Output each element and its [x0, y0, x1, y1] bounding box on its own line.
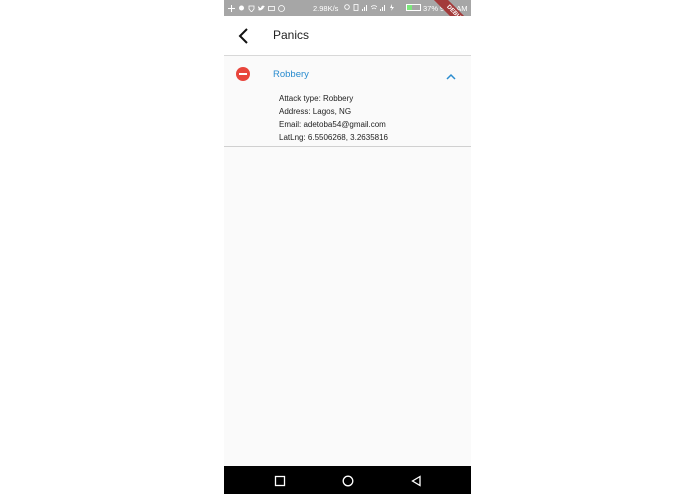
page-title: Panics [273, 28, 310, 42]
rotate-icon [353, 4, 359, 11]
triangle-back-icon[interactable] [410, 474, 422, 487]
back-button[interactable] [234, 26, 254, 46]
charging-icon [389, 4, 395, 11]
twitter-icon [258, 5, 265, 12]
phone-screen: 2.98K/s 37% 9:26 AM DEBUG Panics Robbery [224, 0, 471, 494]
location-icon [344, 4, 350, 11]
detail-email: Email: adetoba54@gmail.com [279, 120, 386, 129]
battery-level [407, 5, 412, 10]
signal-icon [362, 4, 368, 11]
panic-title: Robbery [273, 69, 309, 80]
status-bar: 2.98K/s 37% 9:26 AM DEBUG [224, 0, 471, 42]
panic-details: Attack type: Robbery Address: Lagos, NG … [279, 92, 388, 144]
network-speed: 2.98K/s [313, 4, 339, 13]
panic-item-header[interactable]: Robbery [224, 56, 471, 92]
mail-icon [268, 5, 275, 12]
shield-icon [248, 5, 255, 13]
battery-icon [406, 4, 421, 11]
detail-attack-type: Attack type: Robbery [279, 94, 354, 103]
arrow-back-icon [238, 28, 248, 44]
pin-icon [238, 5, 245, 12]
wifi-icon [370, 4, 378, 11]
app-bar: Panics [224, 16, 471, 56]
system-icons [344, 4, 395, 11]
detail-latlng: LatLng: 6.5506268, 3.2635816 [279, 133, 388, 142]
notification-icons [224, 4, 285, 13]
detail-address: Address: Lagos, NG [279, 107, 352, 116]
clock-icon [278, 4, 285, 12]
signal-icon-2 [380, 4, 386, 11]
square-icon[interactable] [274, 474, 286, 487]
divider [224, 146, 471, 147]
system-nav-bar [224, 466, 471, 494]
remove-circle-icon[interactable] [236, 67, 250, 81]
chevron-up-icon[interactable] [445, 69, 457, 80]
plus-icon [228, 4, 235, 12]
circle-icon[interactable] [342, 474, 354, 487]
battery-percent: 37% [423, 4, 439, 13]
